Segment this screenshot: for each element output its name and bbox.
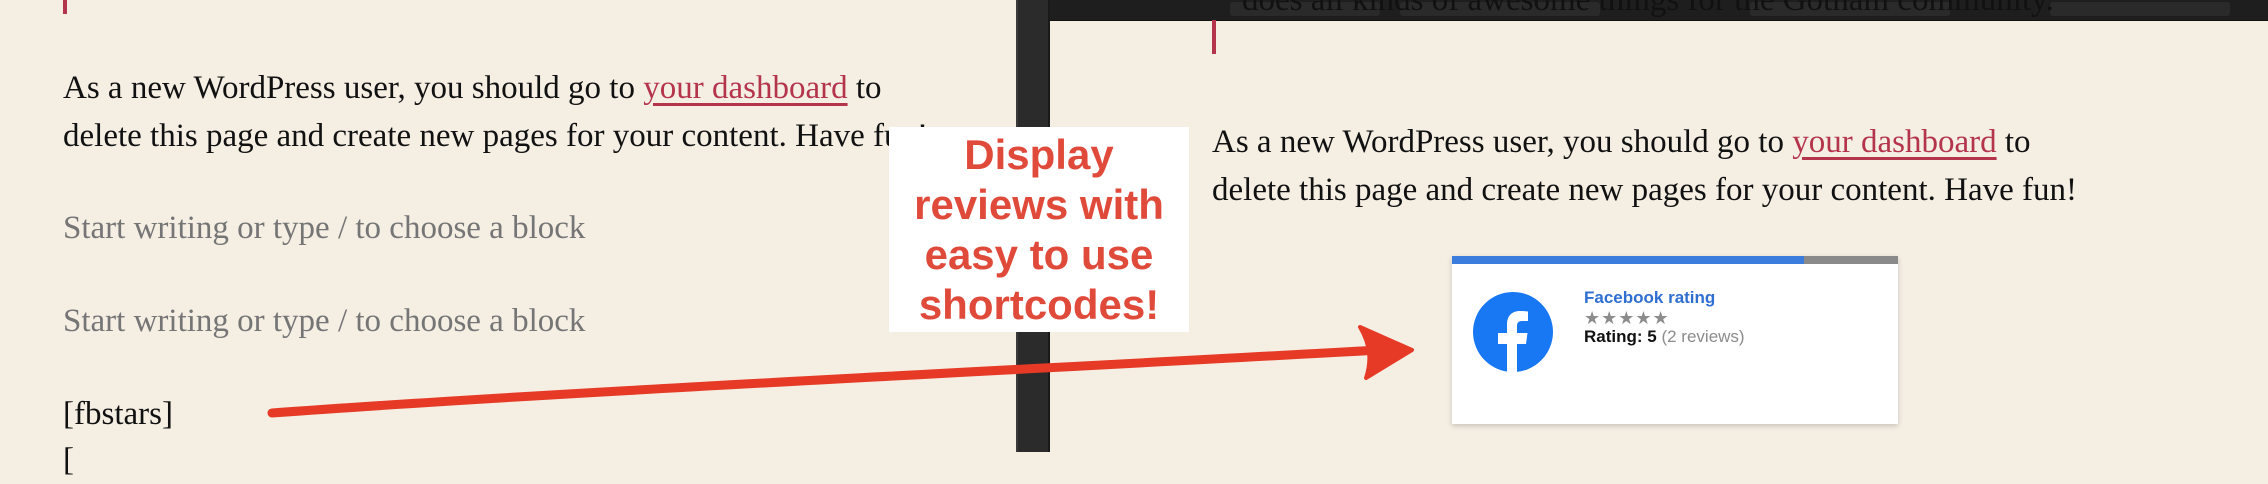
callout-line-3: easy to use	[924, 230, 1154, 278]
block-placeholder-2[interactable]: Start writing or type / to choose a bloc…	[63, 297, 585, 345]
widget-progress-track	[1452, 256, 1898, 264]
callout-line-2: reviews with	[914, 180, 1164, 228]
shortcode-block-next[interactable]: [	[63, 436, 223, 484]
widget-title[interactable]: Facebook rating	[1584, 288, 1715, 308]
promo-callout: Display reviews with easy to use shortco…	[889, 127, 1189, 332]
facebook-icon	[1473, 292, 1553, 372]
intro-paragraph-right: As a new WordPress user, you should go t…	[1212, 118, 2212, 214]
callout-line-4: shortcodes!	[918, 280, 1160, 328]
review-count: (2 reviews)	[1661, 327, 1745, 346]
intro-line-2-right: delete this page and create new pages fo…	[1212, 172, 2077, 208]
facebook-rating-widget[interactable]: Facebook rating ★★★★★ Rating: 5 (2 revie…	[1452, 256, 1898, 424]
dashboard-link-right[interactable]: your dashboard	[1792, 124, 1996, 160]
toolbar-tab-4[interactable]	[2050, 2, 2230, 16]
quote-bar-right	[1212, 20, 1216, 54]
intro-line-2: delete this page and create new pages fo…	[63, 118, 928, 154]
quote-bar-left	[63, 0, 67, 14]
rating-summary: Rating: 5 (2 reviews)	[1584, 327, 1745, 347]
intro-text-part-1: As a new WordPress user, you should go t…	[63, 70, 644, 106]
intro-text-part-2: to	[847, 70, 882, 106]
rating-value: Rating: 5	[1584, 327, 1657, 346]
editor-pane: As a new WordPress user, you should go t…	[0, 0, 1016, 478]
quote-text-right: does all kinds of awesome things for the…	[1242, 0, 2054, 18]
callout-line-1: Display	[964, 130, 1114, 178]
star-rating: ★★★★★	[1584, 308, 1670, 328]
dashboard-link-left[interactable]: your dashboard	[643, 70, 847, 106]
block-placeholder-1[interactable]: Start writing or type / to choose a bloc…	[63, 204, 585, 252]
intro-text-part-2-right: to	[1996, 124, 2031, 160]
intro-text-part-1-right: As a new WordPress user, you should go t…	[1212, 124, 1793, 160]
widget-progress-fill	[1452, 256, 1805, 264]
intro-paragraph-left[interactable]: As a new WordPress user, you should go t…	[63, 64, 1023, 160]
shortcode-block-fbstars[interactable]: [fbstars]	[63, 390, 173, 438]
